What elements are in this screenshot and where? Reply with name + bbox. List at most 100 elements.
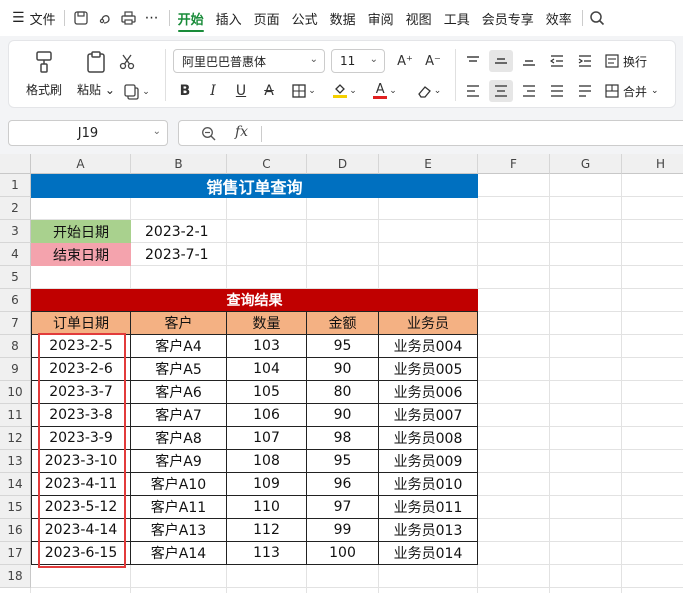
table-cell[interactable]: 108 [227, 450, 307, 473]
tab-7[interactable]: 工具 [438, 0, 476, 36]
column-header-g[interactable]: G [550, 154, 622, 174]
table-cell[interactable]: 97 [307, 496, 379, 519]
fx-icon[interactable]: fx [235, 124, 248, 140]
table-cell[interactable]: 业务员011 [379, 496, 478, 519]
table-cell[interactable]: 106 [227, 404, 307, 427]
table-cell[interactable]: 客户A11 [131, 496, 227, 519]
strikethrough-button[interactable]: A [257, 80, 281, 102]
row-header-3[interactable]: 3 [0, 220, 31, 243]
tab-8[interactable]: 会员专享 [476, 0, 540, 36]
clear-format-button[interactable]: ⌄ [411, 80, 447, 102]
align-right-button[interactable] [517, 80, 541, 102]
format-painter-button[interactable]: 格式刷 [21, 49, 67, 98]
align-center-button[interactable] [489, 80, 513, 102]
tab-3[interactable]: 公式 [286, 0, 324, 36]
undo-icon[interactable] [97, 10, 113, 26]
paste-button[interactable]: 粘贴 ⌄ [73, 49, 119, 98]
column-header-a[interactable]: A [31, 154, 131, 174]
table-cell[interactable]: 113 [227, 542, 307, 565]
row-header-13[interactable]: 13 [0, 450, 31, 473]
table-cell[interactable]: 客户A6 [131, 381, 227, 404]
table-cell[interactable]: 98 [307, 427, 379, 450]
bold-button[interactable]: B [173, 80, 197, 102]
table-cell[interactable]: 业务员014 [379, 542, 478, 565]
tab-2[interactable]: 页面 [248, 0, 286, 36]
row-header-6[interactable]: 6 [0, 289, 31, 312]
table-cell[interactable]: 客户A9 [131, 450, 227, 473]
table-cell[interactable]: 业务员009 [379, 450, 478, 473]
row-header-18[interactable]: 18 [0, 565, 31, 588]
table-header[interactable]: 金额 [307, 312, 379, 335]
table-cell[interactable]: 客户A4 [131, 335, 227, 358]
fill-color-button[interactable]: ⌄ [327, 80, 363, 102]
table-cell[interactable]: 112 [227, 519, 307, 542]
align-left-button[interactable] [461, 80, 485, 102]
table-header[interactable]: 数量 [227, 312, 307, 335]
underline-button[interactable]: U [229, 80, 253, 102]
name-box[interactable]: J19 ⌄ [8, 120, 168, 146]
table-cell[interactable]: 业务员004 [379, 335, 478, 358]
table-cell[interactable]: 103 [227, 335, 307, 358]
font-color-button[interactable]: A ⌄ [367, 80, 403, 102]
align-top-button[interactable] [461, 50, 485, 72]
row-header-10[interactable]: 10 [0, 381, 31, 404]
border-button[interactable]: ⌄ [287, 80, 321, 102]
tab-5[interactable]: 审阅 [362, 0, 400, 36]
row-header-11[interactable]: 11 [0, 404, 31, 427]
save-icon[interactable] [73, 10, 89, 26]
table-cell[interactable]: 业务员005 [379, 358, 478, 381]
italic-button[interactable]: I [201, 80, 225, 102]
table-cell[interactable]: 95 [307, 450, 379, 473]
row-header-5[interactable]: 5 [0, 266, 31, 289]
table-cell[interactable]: 业务员010 [379, 473, 478, 496]
table-cell[interactable]: 109 [227, 473, 307, 496]
row-header-1[interactable]: 1 [0, 174, 31, 197]
row-header-12[interactable]: 12 [0, 427, 31, 450]
tab-9[interactable]: 效率 [540, 0, 578, 36]
copy-icon[interactable]: ⌄ [119, 81, 155, 103]
end-date-label[interactable]: 结束日期 [31, 243, 131, 266]
table-cell[interactable]: 业务员008 [379, 427, 478, 450]
row-header-15[interactable]: 15 [0, 496, 31, 519]
row-header-2[interactable]: 2 [0, 197, 31, 220]
tab-0[interactable]: 开始 [172, 0, 210, 36]
table-cell[interactable]: 客户A5 [131, 358, 227, 381]
table-cell[interactable]: 90 [307, 358, 379, 381]
formula-input[interactable]: fx [178, 120, 683, 146]
tab-4[interactable]: 数据 [324, 0, 362, 36]
column-header-f[interactable]: F [478, 154, 550, 174]
grow-font-button[interactable]: A⁺ [393, 50, 417, 72]
column-header-c[interactable]: C [227, 154, 307, 174]
more-icon[interactable]: ⋯ [145, 10, 159, 26]
distributed-align-button[interactable] [545, 80, 569, 102]
table-cell[interactable]: 业务员006 [379, 381, 478, 404]
column-header-h[interactable]: H [622, 154, 683, 174]
result-banner[interactable]: 查询结果 [31, 289, 478, 312]
end-date-value[interactable]: 2023-7-1 [131, 243, 227, 266]
column-header-d[interactable]: D [307, 154, 379, 174]
table-cell[interactable]: 95 [307, 335, 379, 358]
table-cell[interactable]: 客户A8 [131, 427, 227, 450]
justify-button[interactable] [573, 80, 597, 102]
table-cell[interactable]: 104 [227, 358, 307, 381]
align-bottom-button[interactable] [517, 50, 541, 72]
shrink-font-button[interactable]: A⁻ [421, 50, 445, 72]
decrease-indent-button[interactable] [545, 50, 569, 72]
search-icon[interactable] [589, 10, 605, 26]
cut-icon[interactable] [115, 51, 139, 73]
table-cell[interactable]: 107 [227, 427, 307, 450]
font-name-select[interactable]: 阿里巴巴普惠体 ⌄ [173, 49, 325, 73]
table-cell[interactable]: 80 [307, 381, 379, 404]
table-cell[interactable]: 客户A7 [131, 404, 227, 427]
row-header-7[interactable]: 7 [0, 312, 31, 335]
table-cell[interactable]: 业务员007 [379, 404, 478, 427]
column-header-e[interactable]: E [379, 154, 478, 174]
font-size-select[interactable]: 11 ⌄ [331, 49, 385, 73]
sheet-title[interactable]: 销售订单查询 [31, 174, 478, 198]
row-header-16[interactable]: 16 [0, 519, 31, 542]
wrap-text-button[interactable]: 换行 [605, 50, 647, 72]
table-cell[interactable]: 96 [307, 473, 379, 496]
table-cell[interactable]: 客户A14 [131, 542, 227, 565]
row-header-14[interactable]: 14 [0, 473, 31, 496]
row-header-8[interactable]: 8 [0, 335, 31, 358]
